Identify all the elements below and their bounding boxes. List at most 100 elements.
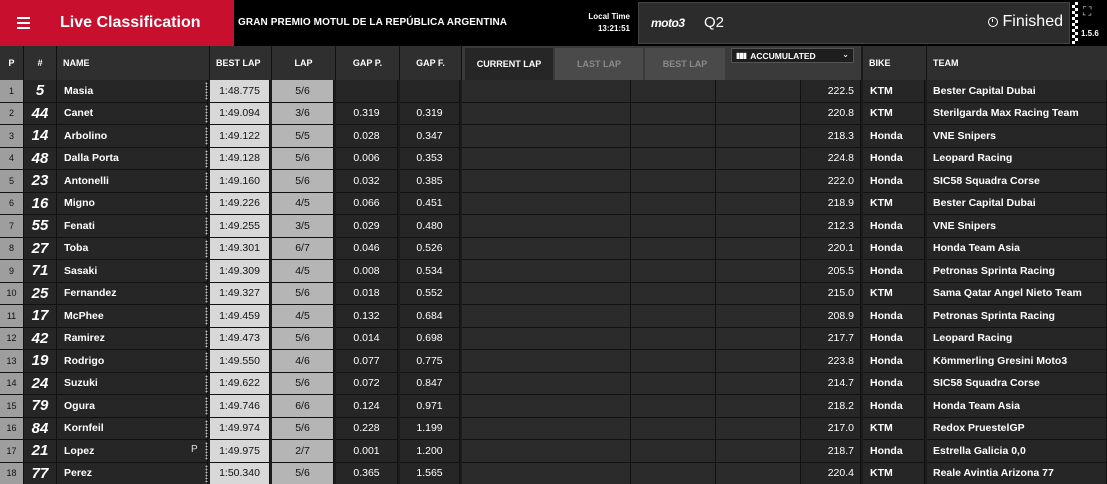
team-cell: VNE Snipers [927, 215, 1107, 238]
lap-count-cell: 5/6 [272, 147, 334, 170]
sector-1-cell [462, 147, 547, 170]
team-cell: Petronas Sprinta Racing [927, 260, 1107, 283]
gap-first-cell: 0.526 [400, 237, 460, 260]
position-cell: 4 [0, 147, 24, 170]
gap-first-cell: 0.684 [400, 305, 460, 328]
bike-cell: Honda [863, 125, 925, 148]
team-cell: Kömmerling Gresini Moto3 [927, 350, 1107, 373]
table-row[interactable]: 16 84 Kornfeil 1:49.974 5/6 0.228 1.199 217.0 KT… [0, 417, 1107, 440]
lap-count-cell: 5/6 [272, 372, 334, 395]
top-speed-cell: 215.0 [801, 282, 861, 305]
chevron-down-icon: ⌄ [842, 50, 849, 59]
sector-2-cell [546, 192, 631, 215]
rider-name-cell: Dalla Porta [57, 147, 208, 170]
sector-1-cell [462, 237, 547, 260]
gap-first-cell: 0.552 [400, 282, 460, 305]
hamburger-menu-icon[interactable] [0, 0, 46, 46]
table-row[interactable]: 15 79 Ogura 1:49.746 6/6 0.124 0.971 218.2 Honda… [0, 395, 1107, 418]
table-row[interactable]: 4 48 Dalla Porta 1:49.128 5/6 0.006 0.353 224.8… [0, 147, 1107, 170]
table-row[interactable]: 12 42 Ramirez 1:49.473 5/6 0.014 0.698 217.7 Hon… [0, 327, 1107, 350]
table-row[interactable]: 17 21 Lopez 1:49.975 2/7 0.001 1.200 218.7 Honda… [0, 440, 1107, 463]
drag-handle-icon[interactable] [205, 172, 208, 190]
clock-icon [987, 17, 998, 27]
table-row[interactable]: 3 14 Arbolino 1:49.122 5/5 0.028 0.347 218.3 Hon… [0, 125, 1107, 148]
team-cell: Honda Team Asia [927, 237, 1107, 260]
table-row[interactable]: 14 24 Suzuki 1:49.622 5/6 0.072 0.847 214.7 Hond… [0, 372, 1107, 395]
rider-name-cell: Kornfeil [57, 417, 208, 440]
drag-handle-icon[interactable] [205, 284, 208, 303]
rider-name-cell: Canet [57, 102, 208, 125]
sector-3-cell [631, 237, 716, 260]
sector-1-cell [462, 282, 547, 305]
sector-2-cell [546, 350, 631, 373]
session-name: Q2 [704, 14, 725, 31]
top-speed-cell: 220.4 [801, 462, 861, 484]
drag-handle-icon[interactable] [205, 307, 208, 325]
sector-1-cell [462, 80, 547, 103]
table-row[interactable]: 9 71 Sasaki 1:49.309 4/5 0.008 0.534 205.5 Honda… [0, 260, 1107, 283]
rider-name-cell: Lopez [57, 440, 208, 463]
rider-number-cell: 23 [24, 170, 57, 193]
sector-4-cell [716, 395, 801, 418]
sector-3-cell [631, 327, 716, 350]
best-lap-cell: 1:50.340 [210, 462, 270, 484]
rider-name-cell: Ogura [57, 395, 208, 418]
lap-count-cell: 5/5 [272, 125, 334, 148]
drag-handle-icon[interactable] [205, 104, 208, 123]
sector-3-cell [631, 125, 716, 148]
tab-current-lap[interactable]: CURRENT LAP [465, 48, 553, 80]
fullscreen-icon[interactable]: ⛶ [1083, 4, 1091, 19]
sector-4-cell [716, 462, 801, 484]
sector-3-cell [631, 350, 716, 373]
drag-handle-icon[interactable] [205, 127, 208, 145]
position-cell: 12 [0, 327, 24, 350]
gap-previous-cell: 0.132 [336, 305, 398, 328]
table-row[interactable]: 8 27 Toba 1:49.301 6/7 0.046 0.526 220.1 Honda Ho… [0, 237, 1107, 260]
drag-handle-icon[interactable] [205, 149, 208, 168]
drag-handle-icon[interactable] [205, 352, 208, 370]
sector-2-cell [546, 125, 631, 148]
gap-first-cell: 0.534 [400, 260, 460, 283]
sector-4-cell [716, 417, 801, 440]
bike-cell: Honda [863, 260, 925, 283]
rider-name-cell: McPhee [57, 305, 208, 328]
tab-last-lap[interactable]: LAST LAP [555, 48, 643, 80]
table-row[interactable]: 2 44 Canet 1:49.094 3/6 0.319 0.319 220.8 KTM Ste… [0, 102, 1107, 125]
sector-3-cell [631, 260, 716, 283]
drag-handle-icon[interactable] [205, 239, 208, 258]
drag-handle-icon[interactable] [205, 262, 208, 280]
team-cell: Reale Avintia Arizona 77 [927, 462, 1107, 484]
table-row[interactable]: 7 55 Fenati 1:49.255 3/5 0.029 0.480 212.3 Honda… [0, 215, 1107, 238]
sector-3-cell [631, 440, 716, 463]
top-bar: Live Classification GRAN PREMIO MOTUL DE… [0, 0, 1107, 46]
drag-handle-icon[interactable] [205, 442, 208, 460]
gap-previous-cell: 0.014 [336, 327, 398, 350]
sector-3-cell [631, 80, 716, 103]
bike-cell: KTM [863, 80, 925, 103]
drag-handle-icon[interactable] [205, 82, 208, 100]
header-gap-first: GAP F. [400, 46, 462, 80]
gap-previous-cell: 0.018 [336, 282, 398, 305]
gap-first-cell: 0.971 [400, 395, 460, 418]
table-row[interactable]: 5 23 Antonelli 1:49.160 5/6 0.032 0.385 222.0 Ho… [0, 170, 1107, 193]
table-row[interactable]: 13 19 Rodrigo 1:49.550 4/6 0.077 0.775 223.8 Hon… [0, 350, 1107, 373]
table-row[interactable]: 1 5 Masia 1:48.775 5/6 222.5 KTM Bester Capital… [0, 80, 1107, 103]
table-row[interactable]: 11 17 McPhee 1:49.459 4/5 0.132 0.684 208.9 Hond… [0, 305, 1107, 328]
drag-handle-icon[interactable] [205, 419, 208, 438]
drag-handle-icon[interactable] [205, 397, 208, 415]
gap-first-cell: 0.480 [400, 215, 460, 238]
drag-handle-icon[interactable] [205, 194, 208, 213]
tab-best-lap[interactable]: BEST LAP [645, 48, 725, 80]
table-row[interactable]: 6 16 Migno 1:49.226 4/5 0.066 0.451 218.9 KTM Bes… [0, 192, 1107, 215]
drag-handle-icon[interactable] [205, 464, 208, 483]
drag-handle-icon[interactable] [205, 217, 208, 235]
drag-handle-icon[interactable] [205, 329, 208, 348]
accumulated-select[interactable]: ▮▮▮ ACCUMULATED ⌄ [731, 48, 854, 63]
table-row[interactable]: 18 77 Perez 1:50.340 5/6 0.365 1.565 220.4 KTM Re… [0, 462, 1107, 484]
top-speed-cell: 224.8 [801, 147, 861, 170]
team-cell: Leopard Racing [927, 147, 1107, 170]
local-time-value: 13:21:51 [597, 24, 630, 33]
drag-handle-icon[interactable] [205, 374, 208, 393]
table-row[interactable]: 10 25 Fernandez 1:49.327 5/6 0.018 0.552 215.0 K… [0, 282, 1107, 305]
sector-3-cell [631, 215, 716, 238]
